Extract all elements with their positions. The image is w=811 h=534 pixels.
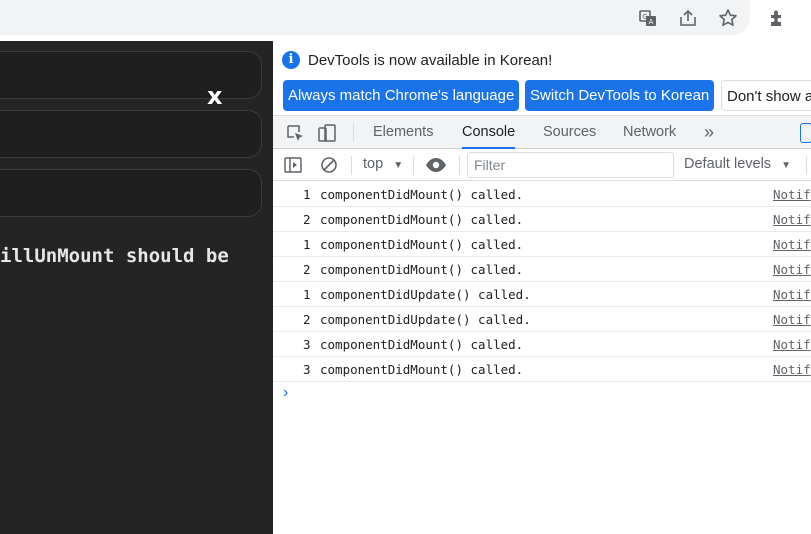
app-panel: x illUnMount should be xyxy=(0,41,273,534)
toolbar-separator xyxy=(459,156,460,175)
console-row: 1 componentDidMount() called. Notif xyxy=(273,182,811,207)
console-row: 3 componentDidMount() called. Notif xyxy=(273,332,811,357)
extensions-icon[interactable] xyxy=(768,8,788,28)
repeat-count: 2 xyxy=(303,212,311,227)
input-field-2[interactable] xyxy=(0,110,262,158)
console-row: 3 componentDidMount() called. Notif xyxy=(273,357,811,382)
log-message: componentDidUpdate() called. xyxy=(320,287,531,302)
tab-network[interactable]: Network xyxy=(623,116,676,149)
dont-show-again-button[interactable]: Don't show again xyxy=(721,80,811,111)
console-row: 2 componentDidUpdate() called. Notif xyxy=(273,307,811,332)
repeat-count: 2 xyxy=(303,312,311,327)
log-message: componentDidMount() called. xyxy=(320,262,524,277)
repeat-count: 1 xyxy=(303,287,311,302)
tab-sources[interactable]: Sources xyxy=(543,116,596,149)
toolbar-separator xyxy=(413,156,414,175)
device-toolbar-icon[interactable] xyxy=(317,123,337,143)
input-field-1[interactable] xyxy=(0,51,262,99)
translate-icon[interactable]: AG xyxy=(638,8,658,28)
repeat-count: 2 xyxy=(303,262,311,277)
repeat-count: 1 xyxy=(303,187,311,202)
live-expression-eye-icon[interactable] xyxy=(425,155,447,175)
source-link[interactable]: Notif xyxy=(773,232,811,257)
svg-text:G: G xyxy=(642,13,647,21)
levels-dropdown-icon: ▼ xyxy=(781,160,791,171)
source-link[interactable]: Notif xyxy=(773,207,811,232)
language-infobar: i DevTools is now available in Korean! xyxy=(273,41,811,81)
infobar-text: DevTools is now available in Korean! xyxy=(308,52,553,69)
inspect-element-icon[interactable] xyxy=(285,123,305,143)
always-match-language-button[interactable]: Always match Chrome's language xyxy=(283,80,520,111)
sidebar-toggle-icon[interactable] xyxy=(283,155,303,175)
filter-input[interactable]: Filter xyxy=(467,152,674,178)
context-dropdown-icon: ▼ xyxy=(393,160,404,171)
menu-icon[interactable] xyxy=(804,8,810,28)
info-icon: i xyxy=(282,51,300,69)
log-message: componentDidMount() called. xyxy=(320,362,524,377)
close-button[interactable]: x xyxy=(207,81,222,111)
log-levels-dropdown[interactable]: Default levels ▼ xyxy=(684,156,791,172)
toolbar-separator xyxy=(806,156,807,175)
share-icon[interactable] xyxy=(678,8,698,28)
tab-elements[interactable]: Elements xyxy=(373,116,433,149)
tab-console[interactable]: Console xyxy=(462,116,516,149)
console-toolbar: top ▼ Filter Default levels ▼ xyxy=(273,149,811,181)
source-link[interactable]: Notif xyxy=(773,182,811,207)
devtools-panel: i DevTools is now available in Korean! A… xyxy=(273,41,811,534)
log-message: componentDidUpdate() called. xyxy=(320,312,531,327)
switch-to-korean-button[interactable]: Switch DevTools to Korean xyxy=(525,80,715,111)
input-field-3[interactable] xyxy=(0,169,262,217)
repeat-count: 3 xyxy=(303,362,311,377)
console-row: 2 componentDidMount() called. Notif xyxy=(273,257,811,282)
console-row: 1 componentDidMount() called. Notif xyxy=(273,232,811,257)
context-selector[interactable]: top ▼ xyxy=(363,156,403,172)
source-link[interactable]: Notif xyxy=(773,332,811,357)
console-row: 1 componentDidUpdate() called. Notif xyxy=(273,282,811,307)
devtools-tabbar: Elements Console Sources Network » xyxy=(273,115,811,149)
log-message: componentDidMount() called. xyxy=(320,212,524,227)
svg-text:A: A xyxy=(649,18,654,26)
console-row: 2 componentDidMount() called. Notif xyxy=(273,207,811,232)
console-prompt-icon[interactable]: › xyxy=(283,384,288,402)
source-link[interactable]: Notif xyxy=(773,357,811,382)
context-label: top xyxy=(363,156,384,172)
repeat-count: 1 xyxy=(303,237,311,252)
toolbar-separator xyxy=(351,156,352,175)
star-icon[interactable] xyxy=(718,8,738,28)
source-link[interactable]: Notif xyxy=(773,257,811,282)
repeat-count: 3 xyxy=(303,337,311,352)
more-tabs-icon[interactable]: » xyxy=(704,116,714,149)
source-link[interactable]: Notif xyxy=(773,282,811,307)
source-link[interactable]: Notif xyxy=(773,307,811,332)
log-message: componentDidMount() called. xyxy=(320,237,524,252)
log-message: componentDidMount() called. xyxy=(320,187,524,202)
app-message: illUnMount should be xyxy=(0,245,229,267)
browser-toolbar: AG xyxy=(0,0,811,41)
tab-separator xyxy=(353,123,354,142)
log-message: componentDidMount() called. xyxy=(320,337,524,352)
issues-badge[interactable] xyxy=(800,123,811,143)
clear-console-icon[interactable] xyxy=(319,155,339,175)
levels-label: Default levels xyxy=(684,156,772,172)
console-output: 1 componentDidMount() called. Notif 2 compon… xyxy=(273,182,811,382)
